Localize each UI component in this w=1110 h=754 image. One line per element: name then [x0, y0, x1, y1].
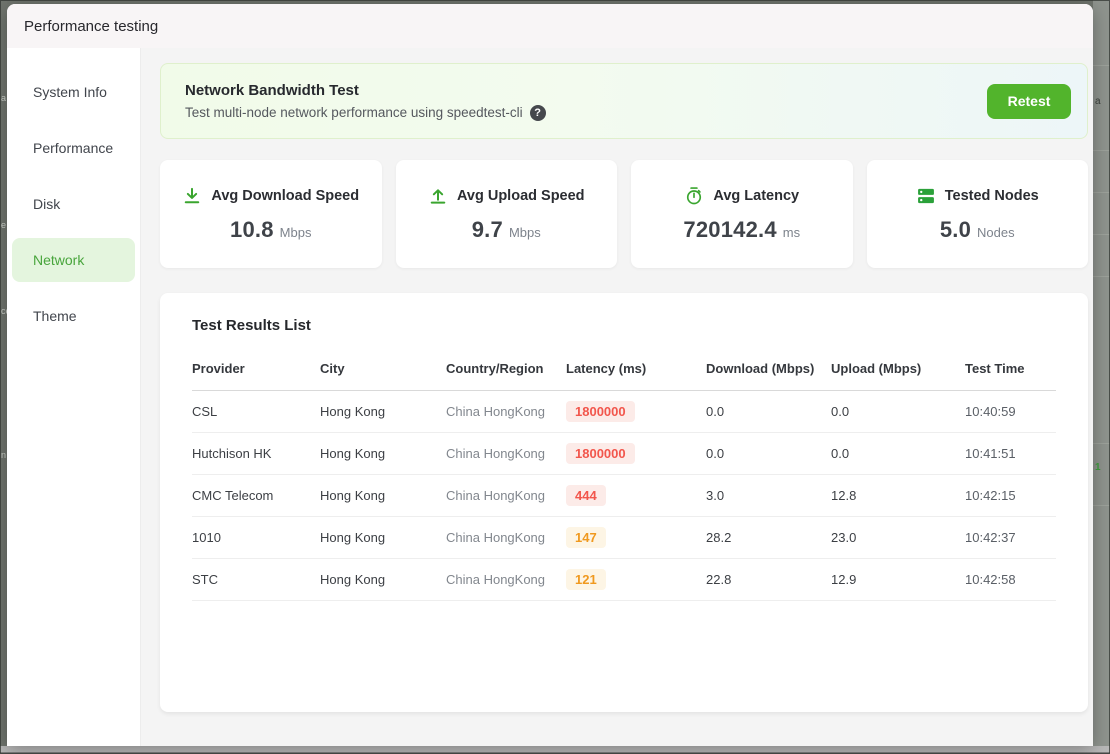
sidebar-item[interactable]: Network — [12, 238, 135, 282]
latency-badge: 444 — [566, 485, 606, 506]
dialog-title: Performance testing — [24, 18, 158, 35]
column-header: Test Time — [965, 360, 1056, 378]
cell-region: China HongKong — [446, 488, 566, 503]
backdrop-left-strip: a e ce n — [0, 0, 7, 746]
stat-label: Avg Latency — [713, 188, 799, 204]
upload-icon — [428, 186, 448, 206]
table-row: Hutchison HK Hong Kong China HongKong 18… — [192, 433, 1056, 475]
stat-card: Avg Latency 720142.4 ms — [631, 160, 853, 268]
cell-upload: 0.0 — [831, 446, 965, 461]
table-row: 1010 Hong Kong China HongKong 147 28.2 2… — [192, 517, 1056, 559]
cell-city: Hong Kong — [320, 446, 446, 461]
column-header: City — [320, 360, 446, 378]
cell-provider: Hutchison HK — [192, 446, 320, 461]
download-icon — [182, 186, 202, 206]
column-header: Upload (Mbps) — [831, 360, 965, 378]
test-results-card: Test Results List Provider City Country/… — [160, 293, 1088, 712]
cell-provider: STC — [192, 572, 320, 587]
stat-label: Tested Nodes — [945, 188, 1039, 204]
cell-test-time: 10:42:37 — [965, 530, 1056, 545]
cell-upload: 12.9 — [831, 572, 965, 587]
table-row: STC Hong Kong China HongKong 121 22.8 12… — [192, 559, 1056, 601]
performance-testing-dialog: Performance testing System Info Performa… — [7, 4, 1093, 746]
cell-city: Hong Kong — [320, 488, 446, 503]
stat-unit: Mbps — [280, 225, 312, 240]
cell-region: China HongKong — [446, 530, 566, 545]
stat-value: 5.0 — [940, 217, 971, 243]
cell-download: 0.0 — [706, 446, 831, 461]
cell-provider: 1010 — [192, 530, 320, 545]
table-row: CSL Hong Kong China HongKong 1800000 0.0… — [192, 391, 1056, 433]
bandwidth-test-banner: Network Bandwidth Test Test multi-node n… — [160, 63, 1088, 139]
column-header: Provider — [192, 360, 320, 378]
help-icon[interactable]: ? — [530, 105, 546, 121]
cell-city: Hong Kong — [320, 530, 446, 545]
cell-city: Hong Kong — [320, 404, 446, 419]
cell-upload: 23.0 — [831, 530, 965, 545]
column-header: Latency (ms) — [566, 360, 706, 378]
stat-unit: Mbps — [509, 225, 541, 240]
stat-label: Avg Upload Speed — [457, 188, 585, 204]
table-header-row: Provider City Country/Region Latency (ms… — [192, 334, 1056, 391]
sidebar-item-label: Disk — [33, 196, 60, 212]
backdrop-text-fragment: n — [1, 450, 6, 460]
test-results-title: Test Results List — [192, 317, 1056, 334]
latency-badge: 121 — [566, 569, 606, 590]
backdrop-text-fragment: a — [1095, 96, 1101, 107]
sidebar-nav: System Info Performance Disk Network The… — [7, 48, 141, 746]
cell-download: 22.8 — [706, 572, 831, 587]
cell-test-time: 10:42:58 — [965, 572, 1056, 587]
stat-value: 720142.4 — [683, 217, 776, 243]
cell-region: China HongKong — [446, 404, 566, 419]
stat-unit: ms — [783, 225, 800, 240]
latency-badge: 147 — [566, 527, 606, 548]
cell-download: 3.0 — [706, 488, 831, 503]
sidebar-item-label: Theme — [33, 308, 77, 324]
banner-subtitle: Test multi-node network performance usin… — [185, 105, 523, 120]
backdrop-text-fragment: a — [1, 93, 6, 103]
dialog-header: Performance testing — [7, 4, 1093, 48]
latency-badge: 1800000 — [566, 401, 635, 422]
cell-test-time: 10:41:51 — [965, 446, 1056, 461]
backdrop-text-fragment: e — [1, 220, 6, 230]
sidebar-item[interactable]: System Info — [12, 70, 135, 114]
stat-card: Avg Upload Speed 9.7 Mbps — [396, 160, 618, 268]
backdrop-text-fragment: 1 — [1095, 462, 1101, 473]
cell-region: China HongKong — [446, 446, 566, 461]
column-header: Country/Region — [446, 360, 566, 378]
stat-card: Tested Nodes 5.0 Nodes — [867, 160, 1089, 268]
banner-title: Network Bandwidth Test — [185, 82, 546, 99]
content-panel: Network Bandwidth Test Test multi-node n… — [141, 48, 1093, 746]
cell-region: China HongKong — [446, 572, 566, 587]
cell-test-time: 10:40:59 — [965, 404, 1056, 419]
server-icon — [916, 186, 936, 206]
sidebar-item-label: Network — [33, 252, 84, 268]
sidebar-item-label: System Info — [33, 84, 107, 100]
backdrop-bottom-scrollbar[interactable] — [0, 746, 1110, 754]
stat-label: Avg Download Speed — [211, 188, 359, 204]
cell-test-time: 10:42:15 — [965, 488, 1056, 503]
retest-button[interactable]: Retest — [987, 84, 1071, 119]
stat-unit: Nodes — [977, 225, 1015, 240]
sidebar-item-label: Performance — [33, 140, 113, 156]
latency-badge: 1800000 — [566, 443, 635, 464]
stats-row: Avg Download Speed 10.8 Mbps — [160, 160, 1088, 268]
sidebar-item[interactable]: Disk — [12, 182, 135, 226]
sidebar-item[interactable]: Theme — [12, 294, 135, 338]
backdrop-right-strip: a 1 — [1093, 0, 1110, 746]
cell-upload: 0.0 — [831, 404, 965, 419]
stopwatch-icon — [684, 186, 704, 206]
cell-provider: CMC Telecom — [192, 488, 320, 503]
cell-upload: 12.8 — [831, 488, 965, 503]
stat-card: Avg Download Speed 10.8 Mbps — [160, 160, 382, 268]
cell-download: 28.2 — [706, 530, 831, 545]
cell-city: Hong Kong — [320, 572, 446, 587]
stat-value: 10.8 — [230, 217, 274, 243]
column-header: Download (Mbps) — [706, 360, 831, 378]
sidebar-item[interactable]: Performance — [12, 126, 135, 170]
cell-provider: CSL — [192, 404, 320, 419]
table-row: CMC Telecom Hong Kong China HongKong 444… — [192, 475, 1056, 517]
stat-value: 9.7 — [472, 217, 503, 243]
cell-download: 0.0 — [706, 404, 831, 419]
